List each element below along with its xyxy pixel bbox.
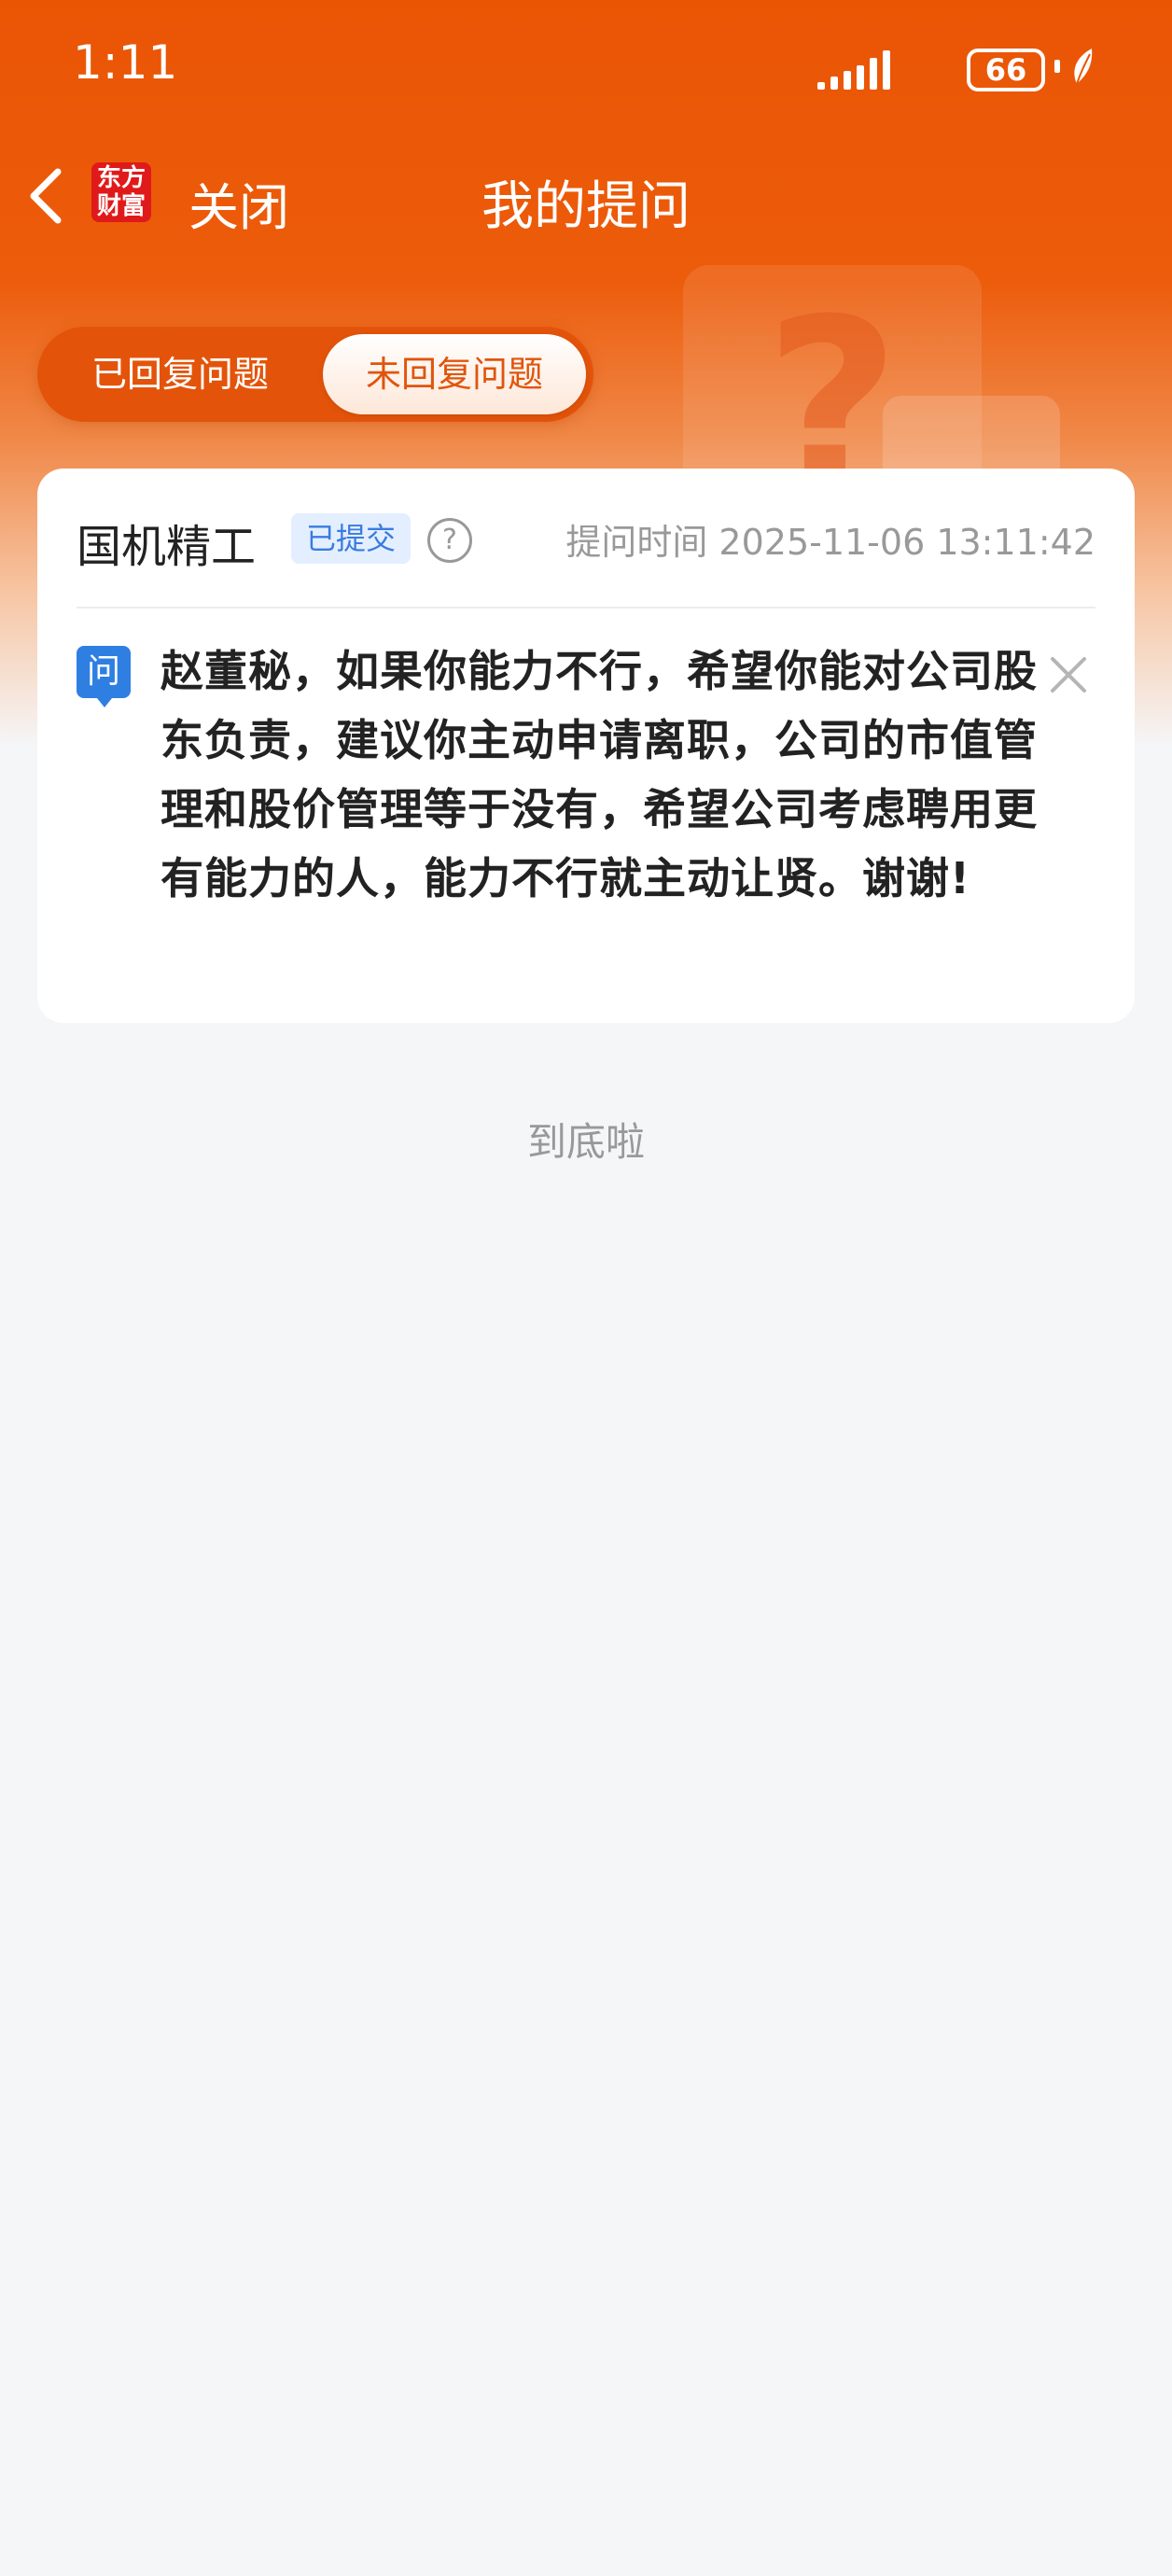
close-icon[interactable]: [1047, 653, 1090, 696]
question-circle-icon[interactable]: ?: [427, 518, 472, 563]
tab-unreplied[interactable]: 未回复问题: [323, 334, 586, 414]
list-end-text: 到底啦: [526, 1119, 645, 1165]
company-name[interactable]: 国机精工: [77, 510, 256, 575]
question-label-icon: 问: [77, 646, 131, 707]
signal-icon: [817, 49, 901, 90]
question-tabs: 已回复问题 未回复问题: [37, 327, 593, 422]
divider: [77, 607, 1095, 609]
battery-icon: 66: [967, 49, 1045, 91]
status-bar: 1:11 66: [0, 0, 1172, 140]
question-card[interactable]: 国机精工 已提交 ? 提问时间 2025-11-06 13:11:42 问 赵董…: [37, 469, 1135, 1023]
question-time: 提问时间 2025-11-06 13:11:42: [565, 522, 1095, 563]
question-text: 赵董秘，如果你能力不行，希望你能对公司股东负责，建议你主动申请离职，公司的市值管…: [160, 646, 1038, 903]
status-icons: 66: [817, 45, 1097, 91]
status-time: 1:11: [73, 35, 178, 90]
page-title: 我的提问: [481, 176, 691, 237]
leaf-icon: [1074, 49, 1093, 85]
tab-replied[interactable]: 已回复问题: [45, 334, 315, 414]
nav-bar: 东方 财富 关闭 我的提问: [0, 140, 1172, 252]
status-badge: 已提交: [291, 513, 412, 564]
battery-tip: [1054, 60, 1060, 73]
